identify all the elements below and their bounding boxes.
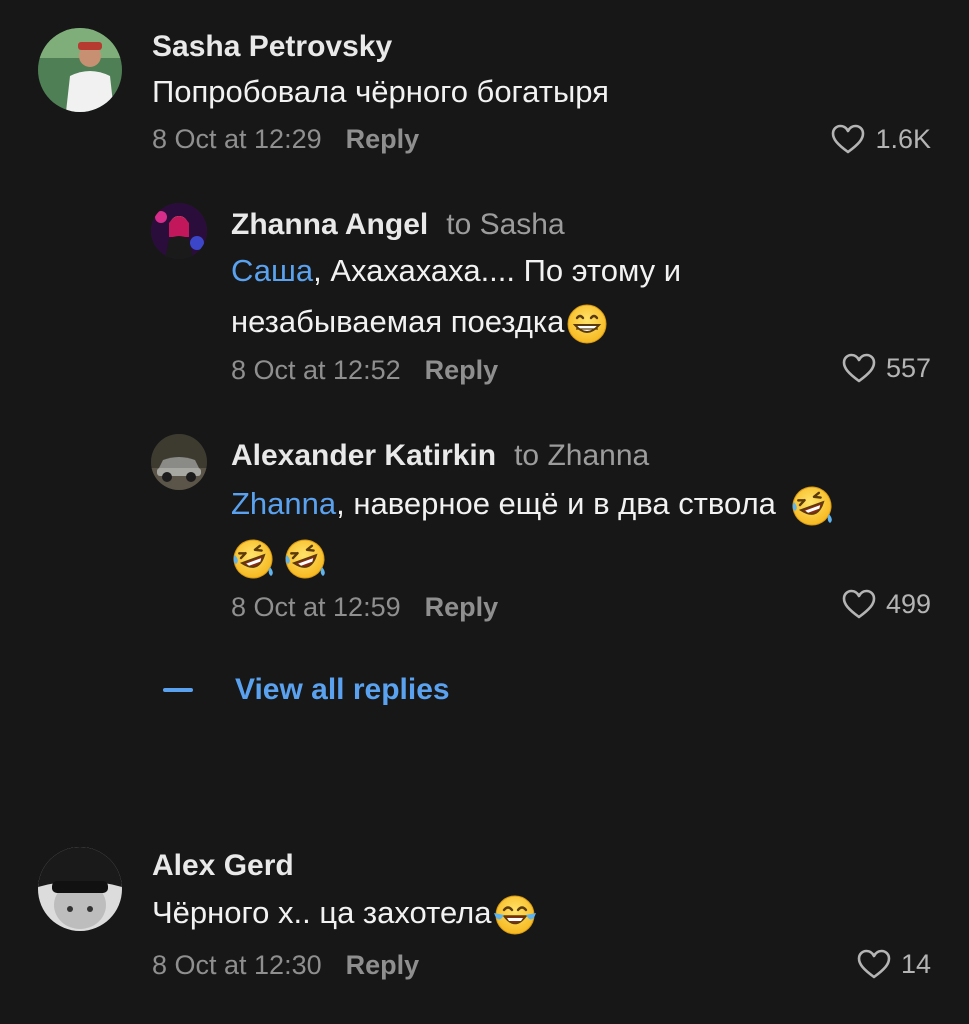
- comment-body: , Ахахахаха.... По этому и: [313, 253, 682, 288]
- rolling-on-floor-laughing-icon: [233, 539, 273, 579]
- reply-to-label[interactable]: to Zhanna: [514, 439, 649, 472]
- comment-header: Alex Gerd: [152, 848, 294, 884]
- like-count: 557: [885, 353, 931, 383]
- mention-link[interactable]: Zhanna: [231, 486, 336, 521]
- comments-thread: Sasha Petrovsky Попробовала чёрного бога…: [0, 0, 969, 1024]
- like-button[interactable]: 499: [842, 586, 931, 622]
- rolling-on-floor-laughing-icon: [285, 539, 325, 579]
- mention-link[interactable]: Саша: [231, 253, 313, 288]
- comment-header: Sasha Petrovsky: [152, 29, 392, 65]
- author-name[interactable]: Sasha Petrovsky: [152, 30, 392, 63]
- view-all-replies-button[interactable]: View all replies: [163, 668, 450, 712]
- avatar[interactable]: [38, 28, 122, 112]
- comment-meta: 8 Oct at 12:59 Reply: [231, 589, 498, 625]
- face-with-tears-of-joy-icon: [493, 895, 536, 935]
- like-button[interactable]: 557: [842, 350, 931, 386]
- grinning-face-icon: [567, 304, 607, 344]
- author-name[interactable]: Alexander Katirkin: [231, 439, 496, 472]
- like-count: 14: [900, 949, 931, 979]
- reply-button[interactable]: Reply: [346, 950, 420, 980]
- avatar[interactable]: [151, 203, 207, 259]
- comment-text-line-2: незабываемая поездка: [231, 298, 608, 346]
- avatar[interactable]: [151, 434, 207, 490]
- like-button[interactable]: 1.6K: [831, 121, 931, 157]
- collapse-dash-icon: [163, 688, 193, 692]
- comment-header: Alexander Katirkin to Zhanna: [231, 438, 649, 474]
- reply-button[interactable]: Reply: [425, 355, 499, 385]
- like-count: 1.6K: [875, 124, 931, 154]
- like-button[interactable]: 14: [857, 946, 931, 982]
- comment-header: Zhanna Angel to Sasha: [231, 207, 565, 243]
- reply-button[interactable]: Reply: [425, 592, 499, 622]
- comment-text: Попробовала чёрного богатыря: [152, 68, 609, 116]
- reply-button[interactable]: Reply: [346, 124, 420, 154]
- heart-icon: [857, 949, 891, 979]
- comment-meta: 8 Oct at 12:30 Reply: [152, 947, 419, 983]
- author-name[interactable]: Zhanna Angel: [231, 208, 428, 241]
- avatar[interactable]: [38, 847, 122, 931]
- comment-date: 8 Oct at 12:30: [152, 950, 322, 980]
- like-count: 499: [885, 589, 931, 619]
- comment-text: Zhanna, наверное ещё и в два ствола: [231, 480, 834, 528]
- comment-date: 8 Oct at 12:29: [152, 124, 322, 154]
- comment-body-2: незабываемая поездка: [231, 304, 565, 339]
- heart-icon: [842, 353, 876, 383]
- comment-text-line-2: [231, 533, 327, 581]
- comment-date: 8 Oct at 12:59: [231, 592, 401, 622]
- heart-icon: [842, 589, 876, 619]
- comment-meta: 8 Oct at 12:29 Reply: [152, 121, 419, 157]
- reply-to-label[interactable]: to Sasha: [446, 208, 564, 241]
- author-name[interactable]: Alex Gerd: [152, 849, 294, 882]
- heart-icon: [832, 124, 865, 154]
- comment-body: Попробовала чёрного богатыря: [152, 74, 609, 109]
- comment-meta: 8 Oct at 12:52 Reply: [231, 352, 498, 388]
- view-all-replies-label: View all replies: [235, 673, 450, 706]
- comment-text: Чёрного х.. ца захотела: [152, 889, 538, 937]
- rolling-on-floor-laughing-icon: [792, 486, 832, 526]
- comment-body: , наверное ещё и в два ствола: [336, 486, 776, 521]
- comment-date: 8 Oct at 12:52: [231, 355, 401, 385]
- comment-body: Чёрного х.. ца захотела: [152, 895, 492, 930]
- comment-text: Саша, Ахахахаха.... По этому и: [231, 247, 681, 295]
